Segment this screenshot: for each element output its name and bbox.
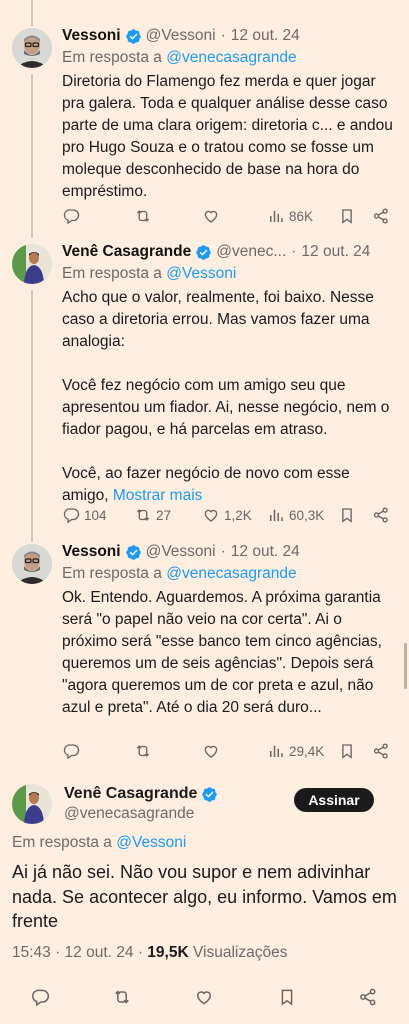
avatar[interactable] [12,784,52,824]
bookmark-button[interactable] [277,987,297,1007]
reply-button[interactable] [30,987,50,1007]
reply-button[interactable] [62,742,84,760]
tweet-time[interactable]: 12 out. 24 [231,27,300,45]
main-tweet-text: Ai já não sei. Não vou supor e nem adivi… [12,862,397,931]
reply-context: Em resposta a @Vessoni [12,834,187,851]
tweet-1[interactable]: Vessoni @Vessoni · 12 out. 24 Em respost… [0,0,409,236]
share-button[interactable] [358,987,378,1007]
tweet-header: Vessoni @Vessoni · 12 out. 24 [62,27,300,45]
mention-link[interactable]: @venecasagrande [166,565,296,582]
tweet-3[interactable]: Vessoni @Vessoni · 12 out. 24 Em respost… [0,536,409,770]
views-button[interactable]: 29,4K [267,742,324,760]
tweet-timestamp[interactable]: 15:43 · 12 out. 24 · [12,944,147,961]
bookmark-icon [342,508,352,523]
tweet-text: Ok. Entendo. Aguardemos. A próxima garan… [62,589,382,716]
author-name[interactable]: Venê Casagrande [64,785,197,803]
mention-link[interactable]: @venecasagrande [166,49,296,66]
views-icon [270,509,283,521]
mention-link[interactable]: @Vessoni [116,834,186,851]
like-button[interactable] [194,987,214,1007]
bookmark-icon [342,744,352,759]
author-name[interactable]: Venê Casagrande [62,243,191,261]
bookmark-button[interactable] [338,506,356,524]
tweet-header: Venê Casagrande @venec... · 12 out. 24 [62,243,371,261]
retweet-icon [136,509,150,521]
bookmark-button[interactable] [338,742,356,760]
tweet-text: Diretoria do Flamengo fez merda e quer j… [62,73,393,200]
share-icon [360,988,376,1006]
main-tweet-header: Venê Casagrande [64,784,222,804]
views-button[interactable]: 86K [267,207,313,225]
tweet-header: Vessoni @Vessoni · 12 out. 24 [62,543,300,561]
views-count: 19,5K [147,944,189,961]
verified-badge-icon [125,544,141,560]
share-button[interactable] [372,207,390,225]
verified-badge-icon [196,244,211,260]
retweet-icon [136,210,150,222]
author-handle[interactable]: @venec... [216,243,286,261]
share-icon [373,208,388,224]
subscribe-button[interactable]: Assinar [294,788,374,812]
author-handle[interactable]: @Vessoni [146,543,216,561]
tweet-actions: 29,4K [62,740,395,762]
like-icon [196,991,212,1005]
avatar[interactable] [12,544,52,584]
author-name[interactable]: Vessoni [62,543,121,561]
scrollbar-thumb[interactable] [404,643,407,689]
retweet-button[interactable] [134,207,156,225]
tweet-time[interactable]: 12 out. 24 [231,543,300,561]
verified-badge-icon [125,28,141,44]
reply-icon [63,209,80,225]
reply-context: Em resposta a @venecasagrande [62,49,297,66]
reply-button[interactable] [62,207,84,225]
bookmark-icon [342,209,352,224]
reply-context: Em resposta a @Vessoni [62,265,237,282]
tweet-time[interactable]: 12 out. 24 [301,243,370,261]
like-icon [204,745,218,758]
mention-link[interactable]: @Vessoni [166,265,236,282]
main-tweet-actions [0,987,409,1009]
share-button[interactable] [372,506,390,524]
reply-icon [63,744,80,760]
like-button[interactable]: 1,2K [202,506,252,524]
views-icon [270,210,283,222]
retweet-icon [136,745,150,757]
reply-icon [32,989,50,1007]
like-icon [204,210,218,223]
like-button[interactable] [202,207,224,225]
like-icon [204,509,218,522]
bookmark-button[interactable] [338,207,356,225]
share-icon [373,743,388,759]
reply-button[interactable]: 104 [62,506,107,524]
tweet-actions: 86K [62,205,395,227]
tweet-2[interactable]: Venê Casagrande @venec... · 12 out. 24 E… [0,236,409,536]
show-more-link[interactable]: Mostrar mais [113,487,203,504]
tweet-actions: 104 27 1,2K 60,3K [62,504,395,526]
retweet-icon [115,990,129,1004]
reply-icon [63,508,80,524]
author-name[interactable]: Vessoni [62,27,121,45]
share-button[interactable] [372,742,390,760]
verified-badge-icon [202,786,218,802]
retweet-button[interactable] [134,742,156,760]
retweet-button[interactable]: 27 [134,506,171,524]
share-icon [373,507,388,523]
tweet-meta: 15:43 · 12 out. 24 · 19,5K Visualizações [12,944,288,961]
retweet-button[interactable] [112,987,132,1007]
avatar[interactable] [12,28,52,68]
avatar[interactable] [12,244,52,284]
author-handle[interactable]: @Vessoni [146,27,216,45]
reply-context: Em resposta a @venecasagrande [62,565,297,582]
tweet-text: Acho que o valor, realmente, foi baixo. … [62,289,390,504]
bookmark-icon [281,989,293,1006]
like-button[interactable] [202,742,224,760]
views-icon [270,745,283,757]
author-handle[interactable]: @venecasagrande [64,805,194,823]
views-button[interactable]: 60,3K [267,506,324,524]
